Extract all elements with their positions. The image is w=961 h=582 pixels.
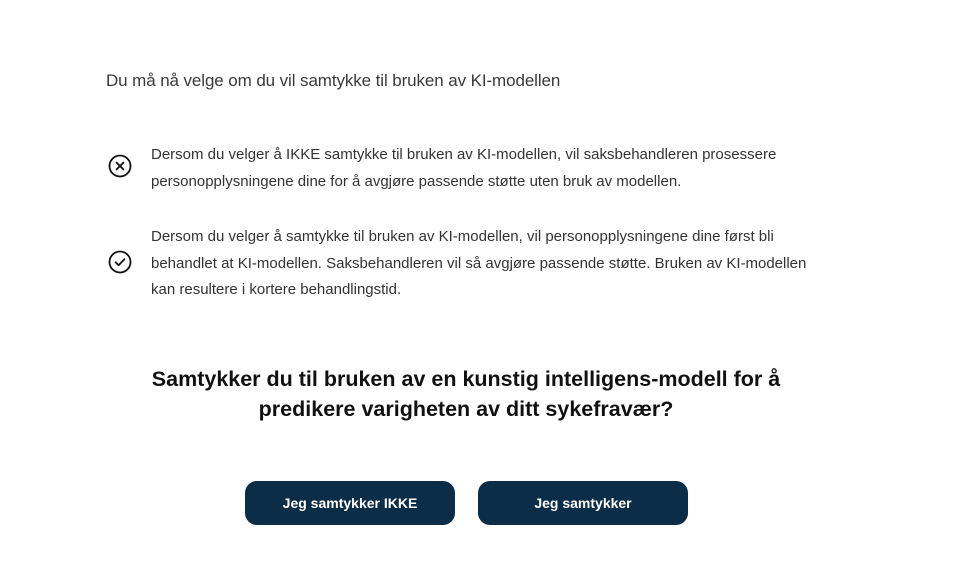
decline-consent-button[interactable]: Jeg samtykker IKKE xyxy=(245,481,455,525)
option-accept-text: Dersom du velger å samtykke til bruken a… xyxy=(151,228,807,298)
circle-check-icon xyxy=(108,250,132,274)
consent-question: Samtykker du til bruken av en kunstig in… xyxy=(151,367,781,421)
option-decline-text: Dersom du velger å IKKE samtykke til bru… xyxy=(151,146,777,190)
accept-consent-button[interactable]: Jeg samtykker xyxy=(478,481,688,525)
intro-text: Du må nå velge om du vil samtykke til br… xyxy=(106,71,561,90)
circle-x-icon xyxy=(108,154,132,178)
